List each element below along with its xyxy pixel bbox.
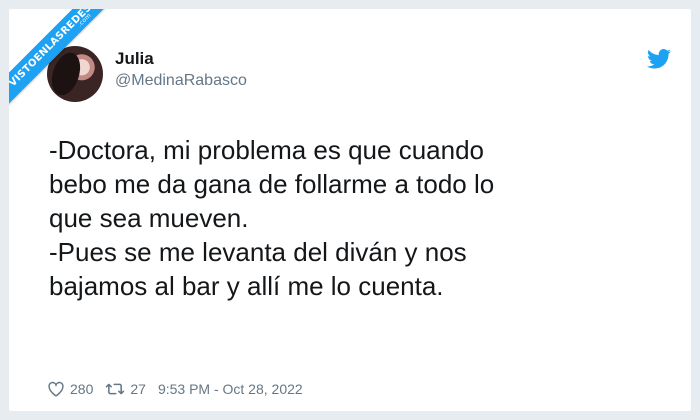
tweet-line: -Pues se me levanta del diván y nos (49, 237, 467, 267)
tweet-line: bebo me da gana de follarme a todo lo (49, 169, 495, 199)
like-count[interactable]: 280 (70, 381, 93, 397)
tweet-card: VISTOENLASREDES .com Julia @MedinaRabasc… (9, 9, 691, 411)
tweet-meta: 280 27 9:53 PM - Oct 28, 2022 (47, 381, 303, 397)
tweet-line: que sea mueven. (49, 203, 249, 233)
retweet-count[interactable]: 27 (130, 381, 146, 397)
heart-icon[interactable] (47, 381, 65, 397)
watermark-ribbon: VISTOENLASREDES .com (9, 9, 119, 119)
tweet-text: -Doctora, mi problema es que cuando bebo… (49, 133, 669, 303)
author-handle[interactable]: @MedinaRabasco (115, 72, 247, 90)
timestamp[interactable]: 9:53 PM - Oct 28, 2022 (158, 381, 303, 397)
watermark-text: VISTOENLASREDES .com (9, 9, 116, 111)
retweet-icon[interactable] (105, 381, 125, 397)
twitter-bird-icon[interactable] (647, 49, 671, 69)
tweet-line: -Doctora, mi problema es que cuando (49, 135, 485, 165)
tweet-line: bajamos al bar y allí me lo cuenta. (49, 271, 444, 301)
author-name[interactable]: Julia (115, 49, 154, 69)
